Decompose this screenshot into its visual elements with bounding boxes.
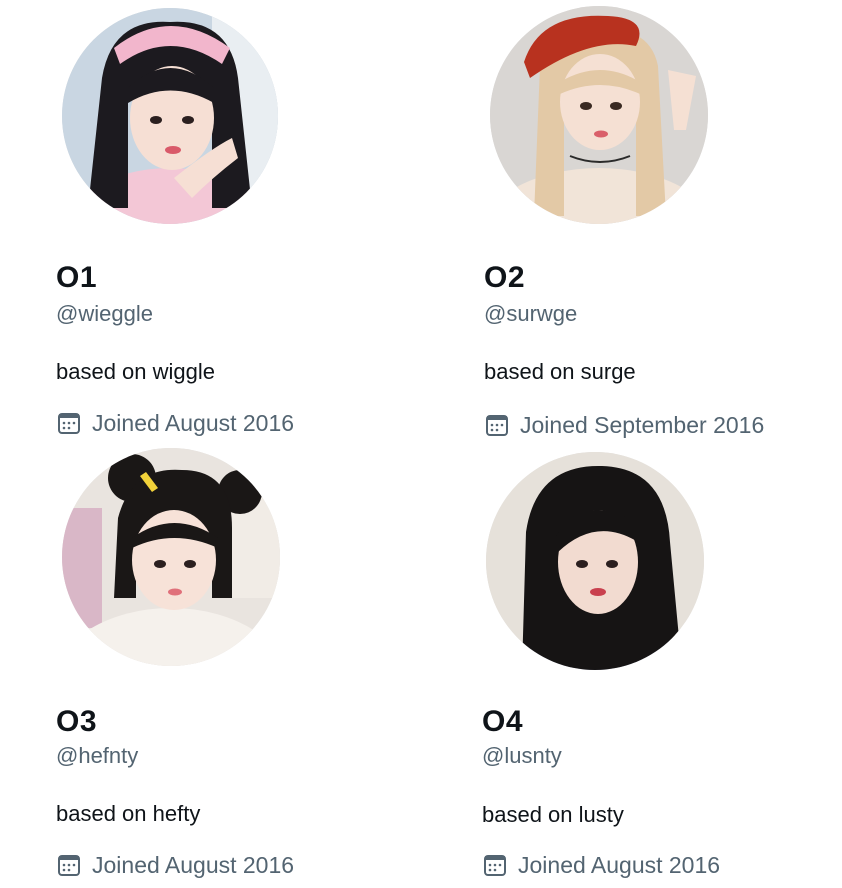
calendar-icon	[482, 852, 508, 878]
display-name[interactable]: O1	[56, 258, 97, 298]
profile-card[interactable]: O2 @surwge based on surge Joined Septemb…	[484, 0, 842, 440]
join-date-text: Joined August 2016	[518, 852, 721, 878]
avatar[interactable]	[62, 448, 280, 666]
username-handle[interactable]: @hefnty	[56, 742, 138, 770]
avatar-image	[62, 448, 280, 666]
avatar-image	[490, 6, 708, 224]
bio-text: based on surge	[484, 359, 636, 384]
avatar[interactable]	[490, 6, 708, 224]
avatar[interactable]	[62, 8, 278, 224]
join-date: Joined August 2016	[56, 408, 294, 438]
join-date-text: Joined September 2016	[520, 412, 765, 438]
profile-card[interactable]: O4 @lusnty based on lusty Joined August …	[482, 448, 842, 888]
calendar-icon	[484, 412, 510, 438]
avatar-image	[62, 8, 278, 224]
profile-card[interactable]: O1 @wieggle based on wiggle Joined Augus…	[56, 0, 436, 440]
join-date: Joined August 2016	[482, 850, 720, 880]
avatar-image	[486, 452, 704, 670]
display-name[interactable]: O4	[482, 702, 523, 742]
bio-text: based on lusty	[482, 802, 624, 827]
calendar-icon	[56, 410, 82, 436]
bio-text: based on wiggle	[56, 359, 216, 384]
join-date-text: Joined August 2016	[92, 410, 295, 436]
join-date: Joined September 2016	[484, 410, 764, 440]
username-handle[interactable]: @surwge	[484, 300, 577, 328]
bio-text: based on hefty	[56, 801, 201, 826]
profile-card[interactable]: O3 @hefnty based on hefty Joined August …	[56, 446, 436, 886]
join-date-text: Joined August 2016	[92, 852, 295, 878]
calendar-icon	[56, 852, 82, 878]
username-handle[interactable]: @lusnty	[482, 742, 562, 770]
display-name[interactable]: O3	[56, 702, 97, 742]
display-name[interactable]: O2	[484, 258, 525, 298]
avatar[interactable]	[486, 452, 704, 670]
username-handle[interactable]: @wieggle	[56, 300, 153, 328]
join-date: Joined August 2016	[56, 850, 294, 880]
